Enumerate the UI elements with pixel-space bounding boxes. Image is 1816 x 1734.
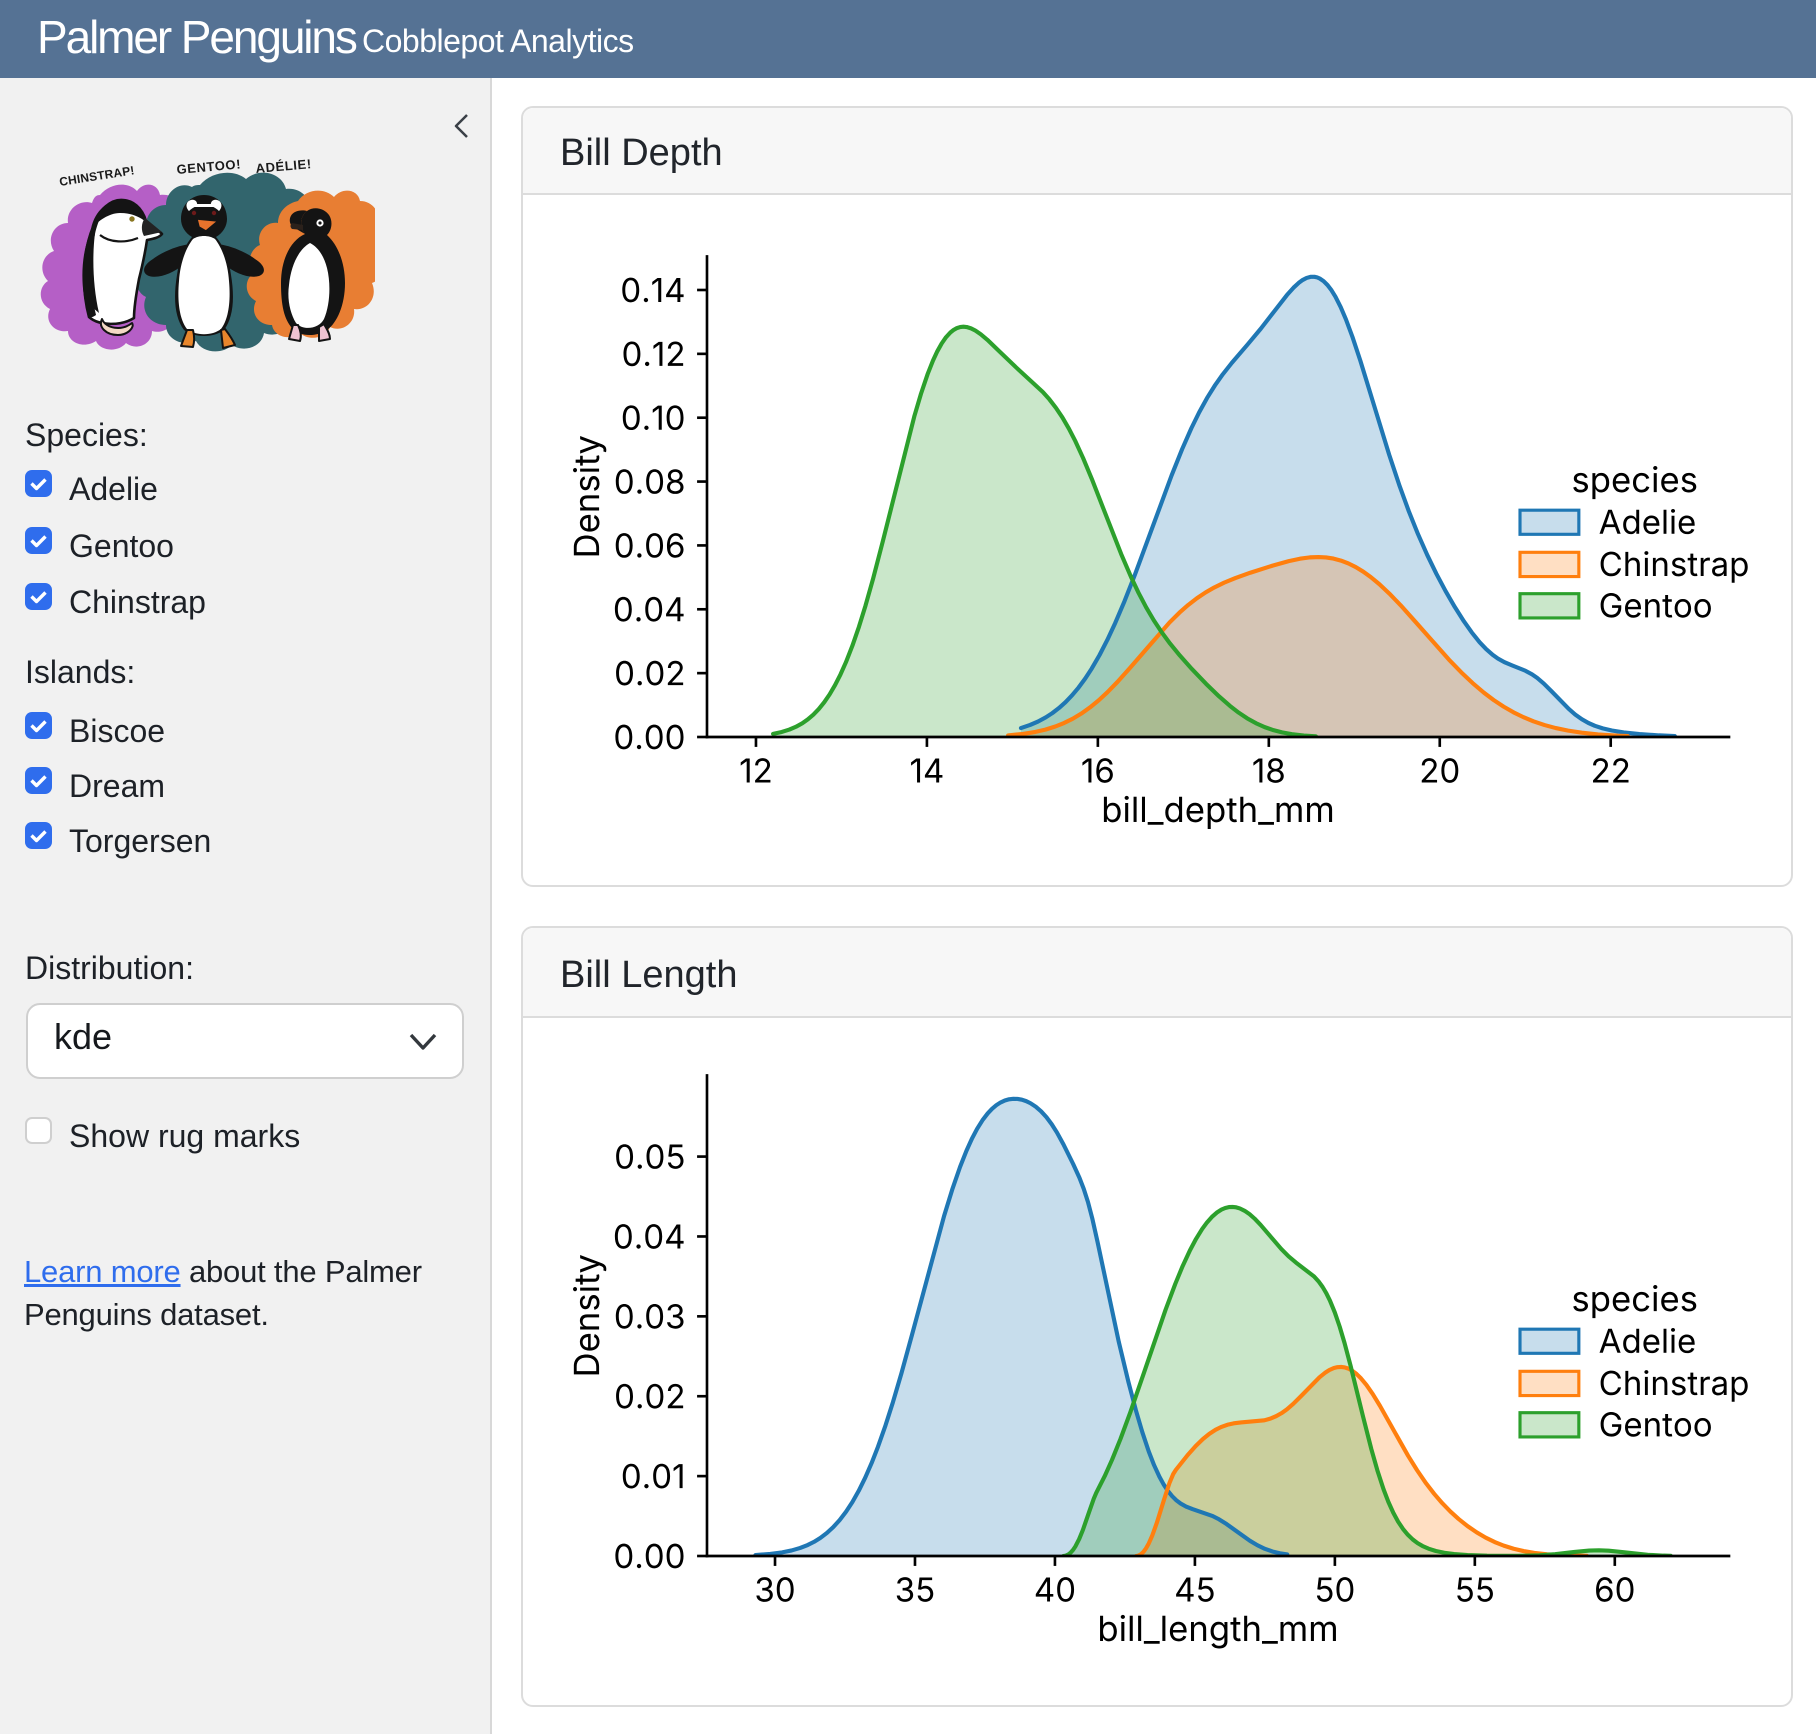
svg-text:ADÉLIE!: ADÉLIE! [255, 156, 312, 176]
